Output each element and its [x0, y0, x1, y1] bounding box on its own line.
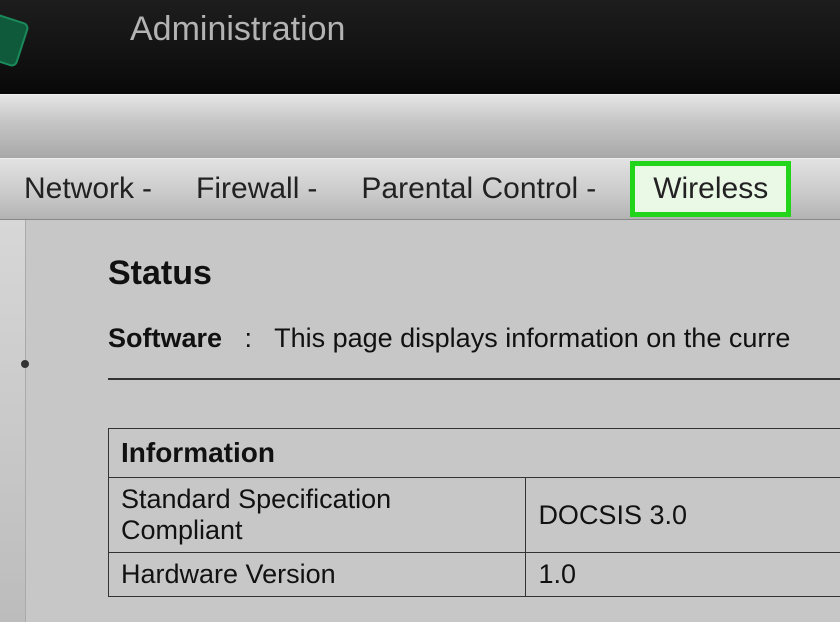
nav-label: Firewall — [196, 172, 299, 206]
nav-item-parental-control[interactable]: Parental Control - — [351, 166, 606, 212]
nav-item-firewall[interactable]: Firewall - — [186, 166, 327, 212]
info-table: Information Standard Specification Compl… — [108, 428, 840, 597]
divider — [108, 378, 840, 380]
page-title: Status — [108, 254, 840, 293]
sidebar-fragment — [0, 220, 26, 622]
table-row: Hardware Version 1.0 — [109, 553, 840, 597]
logo-icon — [0, 14, 30, 68]
info-key: Standard Specification Compliant — [109, 478, 526, 553]
main-nav: Network - Firewall - Parental Control - … — [0, 158, 840, 220]
main-content: Status Software : This page displays inf… — [26, 220, 840, 622]
info-value: 1.0 — [526, 553, 840, 597]
table-row: Standard Specification Compliant DOCSIS … — [109, 478, 840, 553]
dropdown-indicator-icon: - — [307, 172, 317, 206]
status-subtitle: Software : This page displays informatio… — [108, 323, 840, 354]
info-key: Hardware Version — [109, 553, 526, 597]
nav-label: Parental Control — [361, 172, 578, 206]
nav-label: Wireless — [653, 172, 768, 206]
nav-label: Network — [24, 172, 134, 206]
nav-item-network[interactable]: Network - — [14, 166, 162, 212]
nav-item-wireless[interactable]: Wireless — [630, 161, 791, 217]
subtitle-colon: : — [230, 323, 268, 353]
dropdown-indicator-icon: - — [586, 172, 596, 206]
header-spacer — [0, 94, 840, 158]
info-table-header: Information — [109, 429, 840, 478]
subtitle-desc: This page displays information on the cu… — [274, 323, 790, 353]
header-title: Administration — [30, 10, 345, 49]
info-value: DOCSIS 3.0 — [526, 478, 840, 553]
top-header: Administration — [0, 0, 840, 94]
subtitle-label: Software — [108, 323, 222, 353]
dropdown-indicator-icon: - — [142, 172, 152, 206]
